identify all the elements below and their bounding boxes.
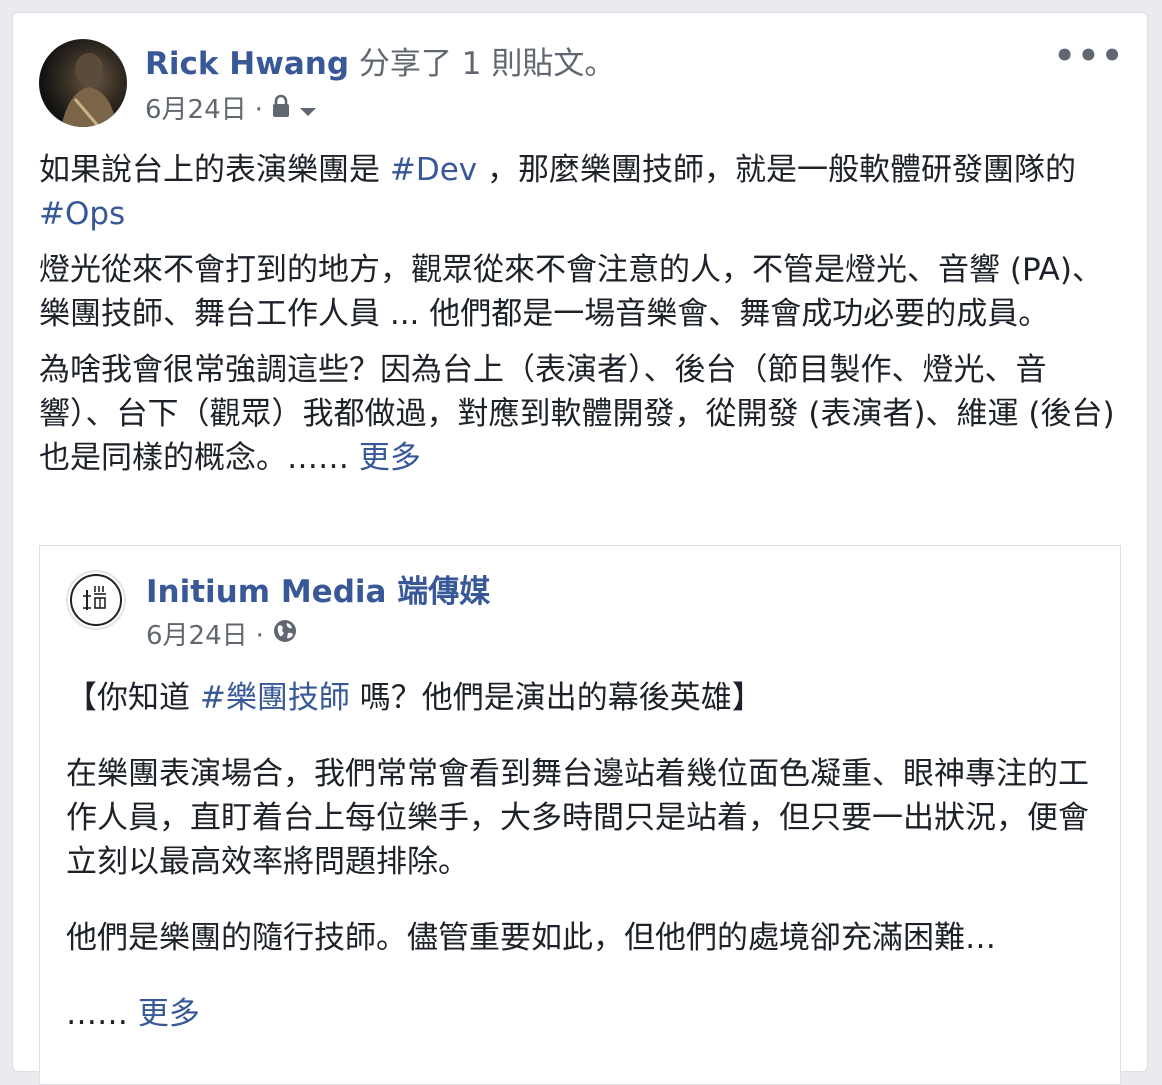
shared-text-segment: 【你知道 [66,680,200,716]
author-avatar[interactable] [39,39,127,127]
author-name-link[interactable]: Rick Hwang [145,46,349,82]
lock-icon [271,93,291,127]
shared-post-body: 【你知道 #樂團技師 嗎？他們是演出的幕後英雄】 在樂團表演場合，我們常常會看到… [66,676,1096,1068]
shared-see-more-link[interactable]: 更多 [138,996,200,1032]
shared-post-date[interactable]: 6月24日 [146,619,248,653]
page-avatar[interactable] [66,570,126,630]
page-name-link[interactable]: Initium Media 端傳媒 [146,572,490,612]
see-more-link[interactable]: 更多 [359,440,421,476]
shared-post-title: 【你知道 #樂團技師 嗎？他們是演出的幕後英雄】 [66,676,1096,720]
chevron-down-icon[interactable] [299,93,317,127]
shared-post-paragraph: 在樂團表演場合，我們常常會看到舞台邊站着幾位面色凝重、眼神專注的工作人員，直盯着… [66,756,1089,880]
hashtag-band-tech-link[interactable]: #樂團技師 [200,680,350,716]
ellipsis-text: …… [66,996,138,1032]
shared-post-meta: 6月24日 · [146,618,298,653]
shared-post[interactable]: Initium Media 端傳媒 6月24日 · 【你知道 #樂團技師 嗎？他… [39,545,1121,1085]
more-options-button[interactable]: ••• [1054,39,1125,73]
globe-icon [272,618,298,653]
avatar-photo [61,53,117,127]
hashtag-dev-link[interactable]: #Dev [390,152,477,188]
meta-separator: · [254,95,263,125]
initium-logo-icon [70,574,122,626]
post-paragraph: 為啥我會很常強調這些？因為台上（表演者）、後台（節目製作、燈光、音響）、台下（觀… [39,348,1119,480]
shared-post-paragraph: …… 更多 [66,992,1096,1036]
post-text-segment: ，那麼樂團技師，就是一般軟體研發團隊的 [477,152,1076,188]
post-text-segment: 為啥我會很常強調這些？因為台上（表演者）、後台（節目製作、燈光、音響）、台下（觀… [39,352,1115,476]
post-paragraph: 如果說台上的表演樂團是 #Dev ，那麼樂團技師，就是一般軟體研發團隊的 #Op… [39,148,1119,236]
post-date[interactable]: 6月24日 [145,93,247,127]
post-body: 如果說台上的表演樂團是 #Dev ，那麼樂團技師，就是一般軟體研發團隊的 #Op… [39,148,1119,492]
post-header: Rick Hwang 分享了 1 則貼文。 [145,43,615,85]
shared-text-segment: 嗎？他們是演出的幕後英雄】 [349,680,763,716]
post-text-segment: 如果說台上的表演樂團是 [39,152,390,188]
meta-separator: · [255,620,264,651]
post-card: Rick Hwang 分享了 1 則貼文。 6月24日 · ••• 如果說台上的… [12,12,1148,1085]
hashtag-ops-link[interactable]: #Ops [39,196,125,232]
post-paragraph: 燈光從來不會打到的地方，觀眾從來不會注意的人，不管是燈光、音響 (PA)、樂團技… [39,252,1103,332]
shared-post-paragraph: 他們是樂團的隨行技師。儘管重要如此，但他們的處境卻充滿困難… [66,920,996,956]
share-action-text: 分享了 1 則貼文。 [349,46,616,82]
post-meta: 6月24日 · [145,93,317,127]
